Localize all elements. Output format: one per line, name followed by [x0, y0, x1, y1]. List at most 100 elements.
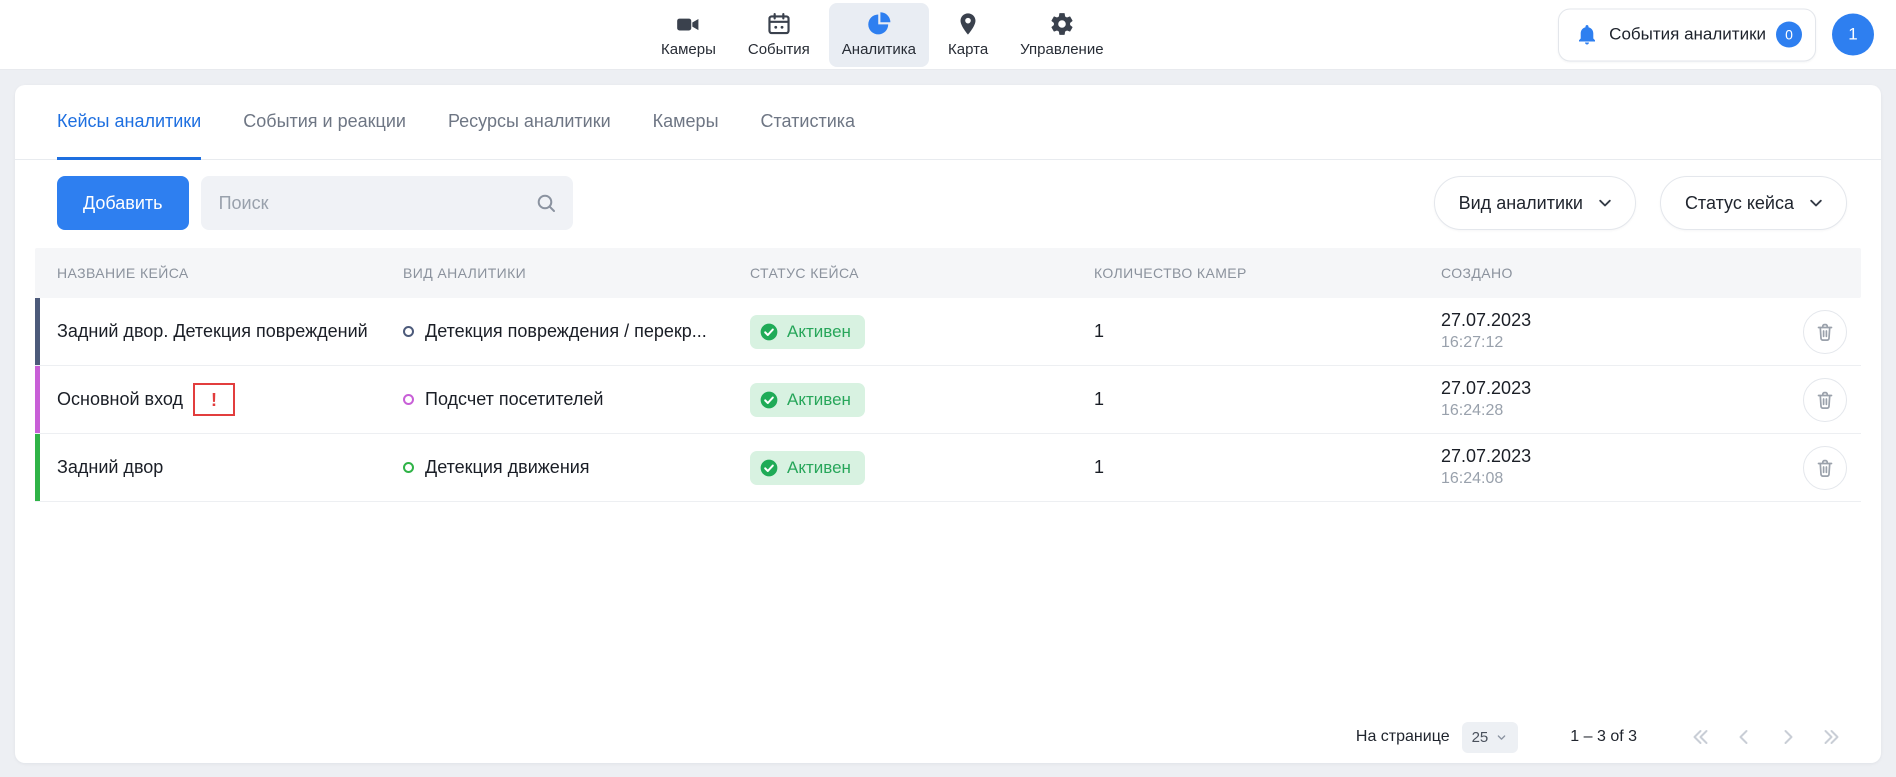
toolbar: Добавить Вид аналитики Статус кейса — [15, 160, 1881, 248]
status-label: Активен — [787, 322, 851, 342]
chevron-down-icon — [1595, 193, 1615, 213]
nav-item-map[interactable]: Карта — [935, 3, 1001, 67]
status-badge: Активен — [750, 451, 865, 485]
next-page-button[interactable] — [1773, 722, 1803, 752]
pager-nav — [1685, 722, 1847, 752]
column-header-case-status: СТАТУС КЕЙСА — [750, 265, 1094, 281]
nav-item-label: События — [748, 41, 810, 58]
search-input[interactable] — [201, 176, 573, 230]
delete-case-button[interactable] — [1803, 446, 1847, 490]
camera-icon — [675, 11, 701, 37]
row-accent-stripe — [35, 434, 40, 501]
chevron-down-icon — [1495, 731, 1508, 744]
analytics-type-filter[interactable]: Вид аналитики — [1434, 176, 1636, 230]
case-status-cell: Активен — [750, 315, 1094, 349]
table-row[interactable]: Задний двор Детекция движения Активен 1 … — [35, 434, 1861, 502]
analytics-type: Детекция движения — [425, 457, 590, 478]
gear-icon — [1049, 11, 1075, 37]
first-page-icon — [1689, 726, 1711, 748]
add-case-button[interactable]: Добавить — [57, 176, 189, 230]
nav-item-label: Карта — [948, 41, 988, 58]
column-header-analytics-type: ВИД АНАЛИТИКИ — [403, 265, 750, 281]
tab-analytics-resources[interactable]: Ресурсы аналитики — [448, 85, 611, 160]
created-date: 27.07.2023 — [1441, 379, 1531, 399]
table-row[interactable]: Задний двор. Детекция повреждений Детекц… — [35, 298, 1861, 366]
nav-item-events[interactable]: События — [735, 3, 823, 67]
case-name: Задний двор. Детекция повреждений — [57, 321, 368, 342]
camera-count-cell: 1 — [1094, 457, 1441, 478]
filters: Вид аналитики Статус кейса — [1434, 176, 1847, 230]
events-icon — [766, 11, 792, 37]
status-label: Активен — [787, 458, 851, 478]
delete-case-button[interactable] — [1803, 378, 1847, 422]
delete-case-button[interactable] — [1803, 310, 1847, 354]
analytics-events-button[interactable]: События аналитики 0 — [1558, 8, 1816, 61]
analytics-page-card: Кейсы аналитики События и реакции Ресурс… — [15, 85, 1881, 763]
bell-icon — [1575, 23, 1599, 47]
table-row[interactable]: Основной вход ! Подсчет посетителей Акти… — [35, 366, 1861, 434]
tab-cameras[interactable]: Камеры — [653, 85, 719, 160]
case-status-cell: Активен — [750, 383, 1094, 417]
warning-indicator[interactable]: ! — [193, 383, 235, 416]
column-header-created: СОЗДАНО — [1441, 265, 1751, 281]
prev-page-icon — [1733, 726, 1755, 748]
check-circle-icon — [759, 458, 779, 478]
analytics-pie-icon — [866, 11, 892, 37]
page-range: 1 – 3 of 3 — [1570, 728, 1637, 746]
case-status-filter-label: Статус кейса — [1685, 193, 1794, 214]
case-name-cell: Задний двор — [57, 457, 403, 478]
case-name: Основной вход — [57, 389, 183, 410]
analytics-type-cell: Подсчет посетителей — [403, 389, 750, 410]
nav-item-cameras[interactable]: Камеры — [648, 3, 729, 67]
created-cell: 27.07.2023 16:27:12 — [1441, 311, 1751, 351]
created-time: 16:27:12 — [1441, 334, 1503, 352]
trash-icon — [1814, 389, 1836, 411]
tab-statistics[interactable]: Статистика — [761, 85, 856, 160]
tab-analytics-cases[interactable]: Кейсы аналитики — [57, 85, 201, 160]
main-nav: Камеры События Аналитика Карта Управлени… — [648, 0, 1117, 69]
status-label: Активен — [787, 390, 851, 410]
analytics-type-dot-icon — [403, 394, 414, 405]
search-icon — [535, 192, 557, 214]
camera-count-cell: 1 — [1094, 389, 1441, 410]
status-badge: Активен — [750, 315, 865, 349]
first-page-button[interactable] — [1685, 722, 1715, 752]
nav-item-label: Камеры — [661, 41, 716, 58]
column-header-camera-count: КОЛИЧЕСТВО КАМЕР — [1094, 265, 1441, 281]
per-page-value: 25 — [1472, 729, 1489, 746]
created-date: 27.07.2023 — [1441, 311, 1531, 331]
case-name-cell: Основной вход ! — [57, 383, 403, 416]
created-date: 27.07.2023 — [1441, 447, 1531, 467]
created-cell: 27.07.2023 16:24:08 — [1441, 447, 1751, 487]
actions-cell — [1751, 310, 1847, 354]
warning-icon: ! — [211, 391, 217, 409]
last-page-button[interactable] — [1817, 722, 1847, 752]
user-avatar[interactable]: 1 — [1832, 14, 1874, 56]
chevron-down-icon — [1806, 193, 1826, 213]
page-tabs: Кейсы аналитики События и реакции Ресурс… — [15, 85, 1881, 160]
topbar-right: События аналитики 0 1 — [1558, 8, 1874, 61]
nav-item-label: Управление — [1020, 41, 1103, 58]
pagination-bar: На странице 25 1 – 3 of 3 — [15, 715, 1881, 759]
prev-page-button[interactable] — [1729, 722, 1759, 752]
per-page-select[interactable]: 25 — [1462, 722, 1519, 753]
status-badge: Активен — [750, 383, 865, 417]
case-status-cell: Активен — [750, 451, 1094, 485]
nav-item-management[interactable]: Управление — [1007, 3, 1116, 67]
cases-table: НАЗВАНИЕ КЕЙСА ВИД АНАЛИТИКИ СТАТУС КЕЙС… — [35, 248, 1861, 502]
case-name-cell: Задний двор. Детекция повреждений — [57, 321, 403, 342]
trash-icon — [1814, 457, 1836, 479]
column-header-case-name: НАЗВАНИЕ КЕЙСА — [57, 265, 403, 281]
analytics-type: Детекция повреждения / перекр... — [425, 321, 707, 342]
nav-item-analytics[interactable]: Аналитика — [829, 3, 929, 67]
events-count-badge: 0 — [1776, 22, 1802, 48]
analytics-type-dot-icon — [403, 326, 414, 337]
analytics-type-dot-icon — [403, 462, 414, 473]
case-name: Задний двор — [57, 457, 163, 478]
table-header: НАЗВАНИЕ КЕЙСА ВИД АНАЛИТИКИ СТАТУС КЕЙС… — [35, 248, 1861, 298]
tab-events-reactions[interactable]: События и реакции — [243, 85, 406, 160]
created-cell: 27.07.2023 16:24:28 — [1441, 379, 1751, 419]
actions-cell — [1751, 378, 1847, 422]
case-status-filter[interactable]: Статус кейса — [1660, 176, 1847, 230]
row-accent-stripe — [35, 366, 40, 433]
